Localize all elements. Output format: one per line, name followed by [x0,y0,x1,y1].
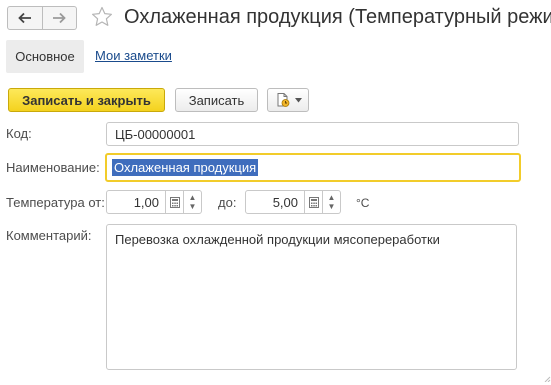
spinner-from[interactable]: ▲ ▼ [184,190,202,214]
forward-button[interactable] [42,6,77,30]
name-input[interactable]: Охлаженная продукция [105,153,521,182]
resize-grip[interactable] [540,370,551,383]
document-clock-icon [277,93,289,107]
save-and-close-label: Записать и закрыть [22,92,151,108]
tab-my-notes[interactable]: Мои заметки [95,48,172,63]
star-outline-icon [92,6,112,26]
navigation-buttons [7,6,77,30]
calculator-button-to[interactable] [305,190,323,214]
comment-value: Перевозка охлажденной продукции мясопере… [115,232,440,247]
comment-textarea[interactable]: Перевозка охлажденной продукции мясопере… [106,224,517,370]
favorite-button[interactable] [90,5,114,29]
spinner-up-icon[interactable]: ▲ [189,193,197,202]
tab-main[interactable]: Основное [6,40,84,73]
temperature-to-value: 5,00 [272,194,298,210]
temperature-from-input[interactable]: 1,00 [106,190,166,214]
temperature-to-field: 5,00 ▲ ▼ [245,190,341,214]
report-menu-button[interactable] [267,88,309,112]
code-input[interactable]: ЦБ-00000001 [106,122,519,146]
back-button[interactable] [7,6,43,30]
temperature-from-value: 1,00 [133,194,159,210]
spinner-down-icon[interactable]: ▼ [189,202,197,211]
save-and-close-button[interactable]: Записать и закрыть [8,88,165,112]
temperature-unit: °C [356,196,370,210]
page-title: Охлаженная продукция (Температурный режи… [124,6,551,28]
temperature-from-field: 1,00 ▲ ▼ [106,190,202,214]
name-label: Наименование: [6,160,100,175]
arrow-left-icon [17,12,31,24]
spinner-down-icon[interactable]: ▼ [328,202,336,211]
chevron-down-icon [294,97,302,102]
temperature-to-label: до: [218,195,237,210]
code-value: ЦБ-00000001 [115,126,196,142]
grip-icon [544,376,551,383]
code-label: Код: [6,126,32,141]
temperature-to-input[interactable]: 5,00 [245,190,305,214]
temperature-from-label: Температура от: [6,195,105,210]
spinner-up-icon[interactable]: ▲ [328,193,336,202]
save-button[interactable]: Записать [175,88,258,112]
save-label: Записать [188,92,245,108]
calculator-icon [308,196,319,208]
calculator-icon [169,196,180,208]
comment-label: Комментарий: [6,228,92,243]
spinner-to[interactable]: ▲ ▼ [323,190,341,214]
calculator-button-from[interactable] [166,190,184,214]
arrow-right-icon [53,12,67,24]
name-value: Охлаженная продукция [112,159,259,176]
tab-main-label: Основное [15,49,75,64]
